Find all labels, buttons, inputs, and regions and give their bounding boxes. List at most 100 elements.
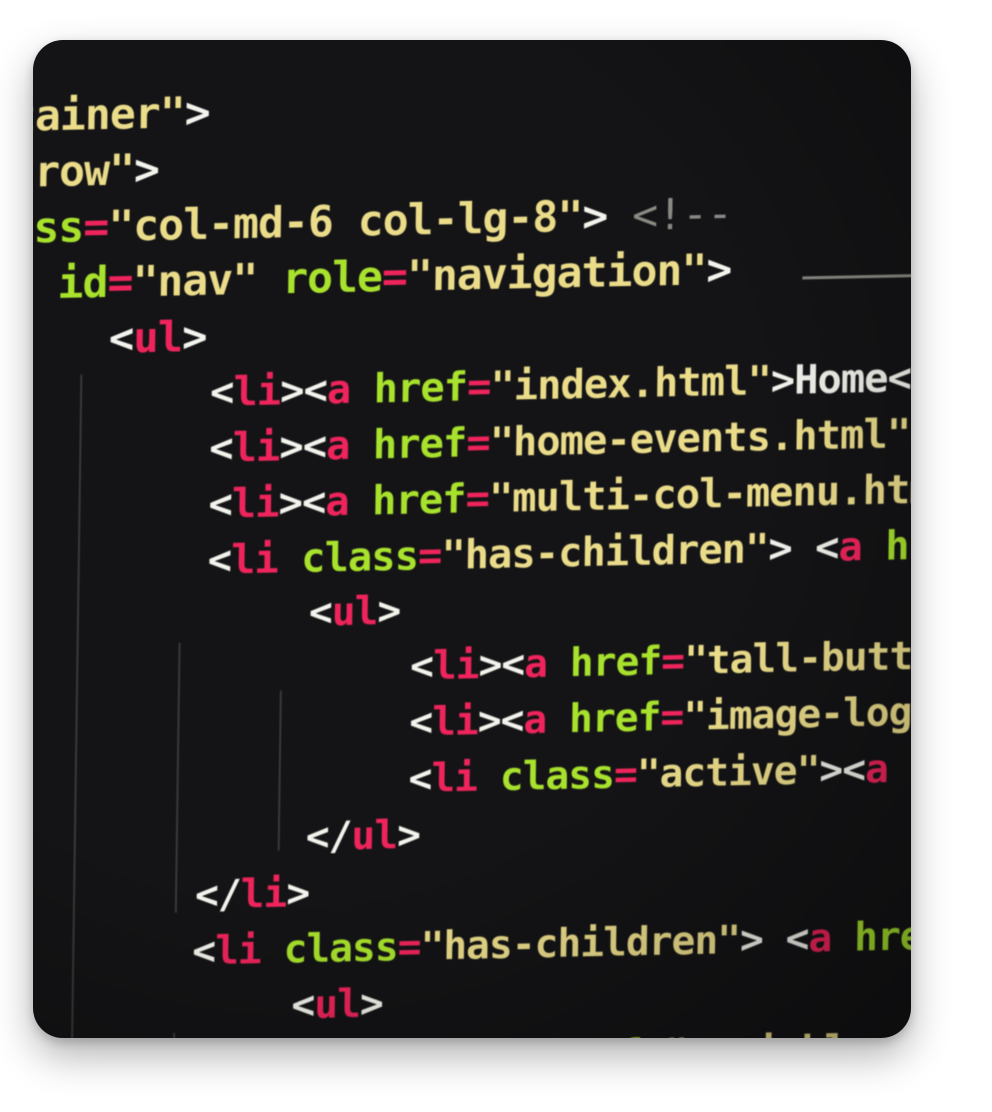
code-line: </li> bbox=[194, 870, 310, 919]
code-token: < bbox=[108, 313, 134, 364]
code-token: < bbox=[409, 699, 433, 746]
code-token: > bbox=[359, 980, 384, 1027]
code-line: <ul> bbox=[108, 312, 207, 364]
code-token: <!-- bbox=[631, 188, 758, 242]
code-token: "index.html" bbox=[490, 356, 772, 411]
code-token: > bbox=[133, 144, 160, 196]
code-line: <li class="has-children"> <a href bbox=[191, 913, 911, 975]
code-token: > bbox=[184, 87, 210, 139]
code-token: >< bbox=[459, 1034, 505, 1038]
code-token: li bbox=[230, 534, 279, 584]
code-token: > bbox=[770, 355, 795, 405]
code-token: a bbox=[324, 477, 350, 526]
code-token: < bbox=[207, 535, 232, 585]
code-token: li bbox=[413, 1035, 459, 1038]
code-token: > bbox=[768, 523, 793, 573]
code-token: li bbox=[214, 926, 262, 974]
code-line: <li class="has-children"> <a hre bbox=[207, 520, 911, 584]
code-token: a bbox=[523, 640, 548, 688]
code-token: ul bbox=[331, 588, 378, 636]
code-token: = bbox=[107, 257, 133, 309]
code-token: < bbox=[308, 589, 333, 636]
code-token: hr bbox=[910, 744, 911, 791]
code-token: = bbox=[465, 474, 490, 523]
comment-rule bbox=[802, 272, 911, 280]
code-token: = bbox=[82, 201, 109, 253]
code-token: </ bbox=[194, 871, 242, 919]
code-token: < bbox=[408, 755, 432, 802]
code-token: ass bbox=[33, 202, 84, 255]
code-token: a bbox=[325, 420, 350, 470]
code-token: a bbox=[838, 522, 863, 571]
code-token: href bbox=[853, 912, 911, 961]
code-token: > bbox=[910, 409, 911, 458]
code-token: "active" bbox=[636, 747, 820, 798]
code-token: a bbox=[864, 745, 889, 793]
code-token: < bbox=[409, 643, 434, 690]
code-token: < bbox=[209, 367, 234, 416]
code-token: > bbox=[377, 587, 401, 635]
code-token: ul bbox=[351, 812, 398, 860]
code-line: <ul> bbox=[291, 980, 383, 1029]
code-token: class bbox=[300, 531, 419, 583]
code-token: li bbox=[431, 698, 479, 746]
code-token: tainer" bbox=[33, 88, 186, 143]
code-token: = bbox=[660, 694, 684, 741]
code-line: v id="nav" role="navigation"> bbox=[33, 245, 731, 310]
code-token: > bbox=[286, 869, 310, 917]
code-token: = bbox=[465, 418, 490, 467]
code-token: >< bbox=[478, 641, 525, 689]
code-token: href bbox=[568, 694, 661, 743]
code-token: > bbox=[581, 191, 608, 243]
code-token: < bbox=[291, 981, 315, 1029]
code-token: ul bbox=[132, 312, 183, 363]
code-token: v bbox=[33, 259, 58, 310]
code-token: > bbox=[181, 311, 207, 362]
code-token: "navigation" bbox=[406, 245, 707, 302]
code-line: <ul> bbox=[308, 588, 401, 636]
code-token: "col-md-6 col-lg-8" bbox=[107, 192, 583, 253]
code-photo: tainer"> "row"> ass="col-md-6 col-lg-8"> <… bbox=[33, 40, 911, 1038]
code-token: a bbox=[523, 696, 547, 744]
code-token: Home bbox=[793, 353, 888, 404]
code-token: < bbox=[191, 927, 216, 975]
code-token: < bbox=[208, 423, 233, 472]
code-token: = bbox=[466, 362, 491, 411]
code-token: id bbox=[57, 258, 108, 310]
code-line: "row"> bbox=[33, 145, 159, 198]
code-token: </ bbox=[305, 813, 352, 861]
code-token: >< bbox=[278, 477, 326, 527]
code-line: <li><a href="index.html">Home</a bbox=[210, 353, 911, 416]
code-token: "variable-wid bbox=[664, 1024, 911, 1038]
code-token: li bbox=[231, 478, 279, 528]
code-token: li bbox=[240, 870, 287, 918]
code-token: hre bbox=[884, 520, 911, 570]
code-token: "image-logo. bbox=[682, 688, 911, 741]
code-token: = bbox=[417, 531, 442, 580]
code-token: ul bbox=[313, 980, 361, 1028]
code-line: <li class="active"><a hr bbox=[408, 744, 911, 802]
code-token: = bbox=[397, 923, 421, 971]
code-line: <li><a href="tall-button bbox=[409, 632, 911, 690]
stage: tainer"> "row"> ass="col-md-6 col-lg-8"> <… bbox=[0, 0, 992, 1112]
code-token: > bbox=[739, 916, 764, 963]
code-token: < bbox=[814, 522, 839, 572]
code-token: >< bbox=[279, 365, 328, 415]
code-token: >< bbox=[279, 421, 327, 471]
indent-guide bbox=[172, 1032, 176, 1038]
code-token: "has-children" bbox=[420, 916, 741, 970]
code-token: "multi-col-menu.html bbox=[488, 464, 911, 523]
code-token: < bbox=[208, 479, 233, 528]
code-token: >< bbox=[819, 746, 866, 794]
code-line: <li><a href="home-events.html">H bbox=[209, 409, 911, 472]
